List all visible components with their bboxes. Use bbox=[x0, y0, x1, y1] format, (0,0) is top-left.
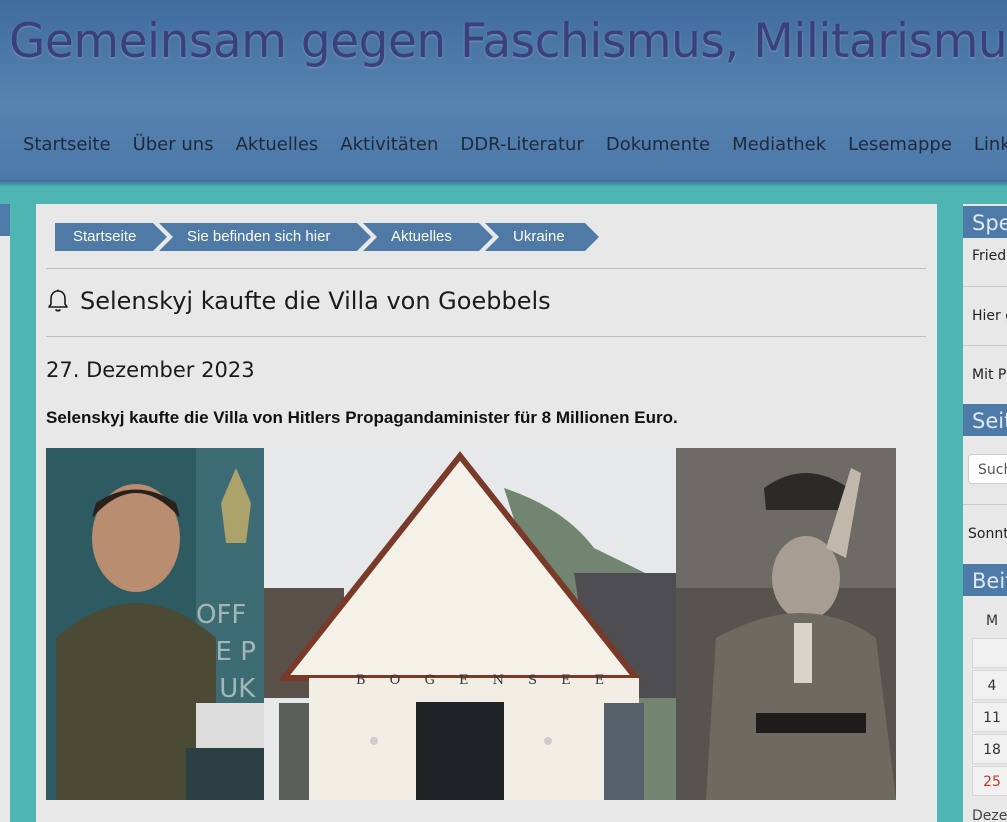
photo-villa-bogensee: B O G E N S E E bbox=[264, 448, 676, 800]
calendar-day[interactable]: 11 bbox=[972, 702, 1007, 732]
breadcrumb-here: Sie befinden sich hier bbox=[159, 223, 371, 251]
article-title-row: Selenskyj kaufte die Villa von Goebbels bbox=[46, 287, 551, 315]
main-content: Startseite Sie befinden sich hier Aktuel… bbox=[36, 204, 937, 822]
sidebar-header-seit: Seit bbox=[963, 404, 1007, 436]
search-input[interactable]: Such bbox=[968, 454, 1007, 484]
calendar-day[interactable]: 18 bbox=[972, 734, 1007, 764]
article-lead: Selenskyj kaufte die Villa von Hitlers P… bbox=[46, 408, 678, 427]
breadcrumb-aktuelles[interactable]: Aktuelles bbox=[363, 223, 493, 251]
left-sidebar-header bbox=[0, 204, 10, 236]
calendar-day-highlight[interactable]: 25 bbox=[972, 766, 1007, 796]
calendar-weekday: M bbox=[972, 606, 1007, 636]
right-sidebar: Spe Fried Hier g Mit P Seit Such Sonnt B… bbox=[963, 204, 1007, 822]
sidebar-text-sonnt: Sonnt bbox=[968, 526, 1007, 542]
photo-goebbels bbox=[676, 448, 896, 800]
sidebar-header-beit: Beit bbox=[963, 564, 1007, 596]
nav-item-links[interactable]: Links bbox=[963, 134, 1007, 155]
sidebar-link-3[interactable]: Mit P bbox=[972, 367, 1006, 383]
bell-icon bbox=[48, 289, 68, 312]
site-title[interactable]: Gemeinsam gegen Faschismus, Militarismus bbox=[9, 14, 1007, 69]
svg-text:OFF: OFF bbox=[196, 600, 246, 630]
sidebar-link-1[interactable]: Fried bbox=[972, 248, 1006, 264]
divider bbox=[46, 336, 926, 337]
calendar-month-label: Deze bbox=[972, 808, 1007, 822]
photo-selenskyj: OFF HE P F UK bbox=[46, 448, 264, 800]
calendar-day bbox=[972, 638, 1007, 668]
nav-item-dokumente[interactable]: Dokumente bbox=[595, 134, 721, 155]
breadcrumb-startseite[interactable]: Startseite bbox=[55, 223, 167, 251]
sidebar-link-2[interactable]: Hier g bbox=[972, 308, 1007, 324]
site-header: Gemeinsam gegen Faschismus, Militarismus… bbox=[0, 0, 1007, 186]
article-title: Selenskyj kaufte die Villa von Goebbels bbox=[80, 287, 551, 315]
nav-item-aktivitaeten[interactable]: Aktivitäten bbox=[329, 134, 449, 155]
nav-item-startseite[interactable]: Startseite bbox=[12, 134, 122, 155]
left-sidebar bbox=[0, 204, 10, 822]
nav-item-lesemappe[interactable]: Lesemappe bbox=[837, 134, 963, 155]
main-nav: Startseite Über uns Aktuelles Aktivitäte… bbox=[12, 134, 1007, 155]
nav-item-ueber-uns[interactable]: Über uns bbox=[122, 134, 225, 155]
breadcrumb: Startseite Sie befinden sich hier Aktuel… bbox=[55, 223, 599, 251]
header-divider bbox=[0, 180, 1007, 186]
divider bbox=[46, 268, 926, 269]
nav-item-aktuelles[interactable]: Aktuelles bbox=[225, 134, 330, 155]
sidebar-divider bbox=[963, 504, 1007, 505]
nav-item-ddr-literatur[interactable]: DDR-Literatur bbox=[449, 134, 594, 155]
sidebar-header-spe: Spe bbox=[963, 206, 1007, 238]
nav-item-mediathek[interactable]: Mediathek bbox=[721, 134, 837, 155]
calendar-day[interactable]: 4 bbox=[972, 670, 1007, 700]
breadcrumb-ukraine[interactable]: Ukraine bbox=[485, 223, 599, 251]
sidebar-divider bbox=[963, 286, 1007, 287]
building-sign: B O G E N S E E bbox=[356, 673, 614, 688]
sidebar-divider bbox=[963, 345, 1007, 346]
article-date: 27. Dezember 2023 bbox=[46, 358, 255, 382]
